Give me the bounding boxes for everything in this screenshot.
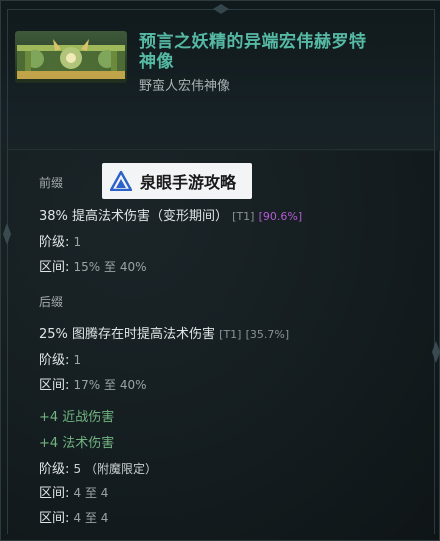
suffix-affix-line: 25% 图腾存在时提高法术伤害 [T1] [35.7%] — [39, 323, 289, 342]
suffix-range-line: 区间: 17% 至 40% — [39, 374, 147, 393]
suffix-affix-text: 25% 图腾存在时提高法术伤害 — [39, 327, 216, 342]
implicit-range1-value: 4 至 4 — [73, 486, 109, 500]
watermark-text: 泉眼手游攻略 — [140, 173, 237, 192]
suffix-level-line: 阶级: 1 — [39, 349, 81, 368]
implicit-range2-line: 区间: 4 至 4 — [39, 507, 108, 526]
implicit-level-value: 5 （附魔限定） — [73, 462, 157, 476]
idol-item-icon[interactable] — [15, 31, 127, 83]
implicit-level-line: 阶级: 5 （附魔限定） — [39, 458, 157, 477]
frame-left-line — [7, 9, 8, 534]
header-divider — [7, 149, 435, 150]
prefix-affix-text: 38% 提高法术伤害（变形期间） — [39, 209, 229, 224]
prefix-level-label: 阶级: — [39, 235, 70, 250]
implicit-range1-line: 区间: 4 至 4 — [39, 482, 108, 501]
implicit-melee-damage: +4 近战伤害 — [39, 410, 115, 425]
item-title-line2: 神像 — [139, 52, 174, 72]
item-title: 预言之妖精的异端宏伟赫罗特 神像 — [139, 32, 429, 72]
prefix-range-label: 区间: — [39, 260, 70, 275]
suffix-section-label: 后缀 — [39, 295, 64, 309]
suffix-level-label: 阶级: — [39, 353, 70, 368]
implicit-range2-value: 4 至 4 — [73, 511, 109, 525]
watermark-badge: 泉眼手游攻略 — [102, 163, 252, 199]
prefix-range-value: 15% 至 40% — [73, 260, 147, 274]
implicit-spell-damage: +4 法术伤害 — [39, 436, 115, 451]
prefix-affix-line: 38% 提高法术伤害（变形期间） [T1] [90.6%] — [39, 205, 302, 224]
right-edge-ornament — [432, 341, 440, 363]
implicit-range2-label: 区间: — [39, 511, 70, 526]
prefix-section-label: 前缀 — [39, 176, 64, 190]
suffix-tier: [T1] — [219, 328, 242, 341]
prefix-roll-percent: [90.6%] — [258, 210, 303, 223]
suffix-level-value: 1 — [73, 353, 82, 367]
watermark-logo-icon — [110, 171, 132, 191]
implicit-level-label: 阶级: — [39, 462, 70, 477]
implicit-range1-label: 区间: — [39, 486, 70, 501]
item-subtitle: 野蛮人宏伟神像 — [139, 79, 231, 94]
item-title-line1: 预言之妖精的异端宏伟赫罗特 — [139, 32, 367, 52]
idol-icon — [15, 31, 127, 83]
prefix-range-line: 区间: 15% 至 40% — [39, 256, 147, 275]
suffix-range-value: 17% 至 40% — [73, 378, 147, 392]
frame-right-line — [434, 9, 435, 534]
left-edge-ornament — [3, 223, 11, 245]
prefix-tier: [T1] — [232, 210, 255, 223]
top-ornament — [213, 4, 229, 14]
suffix-roll-percent: [35.7%] — [245, 328, 290, 341]
item-tooltip: 预言之妖精的异端宏伟赫罗特 神像 野蛮人宏伟神像 泉眼手游攻略 前缀 38% 提… — [0, 0, 440, 541]
prefix-level-line: 阶级: 1 — [39, 231, 81, 250]
prefix-level-value: 1 — [73, 235, 82, 249]
suffix-range-label: 区间: — [39, 378, 70, 393]
